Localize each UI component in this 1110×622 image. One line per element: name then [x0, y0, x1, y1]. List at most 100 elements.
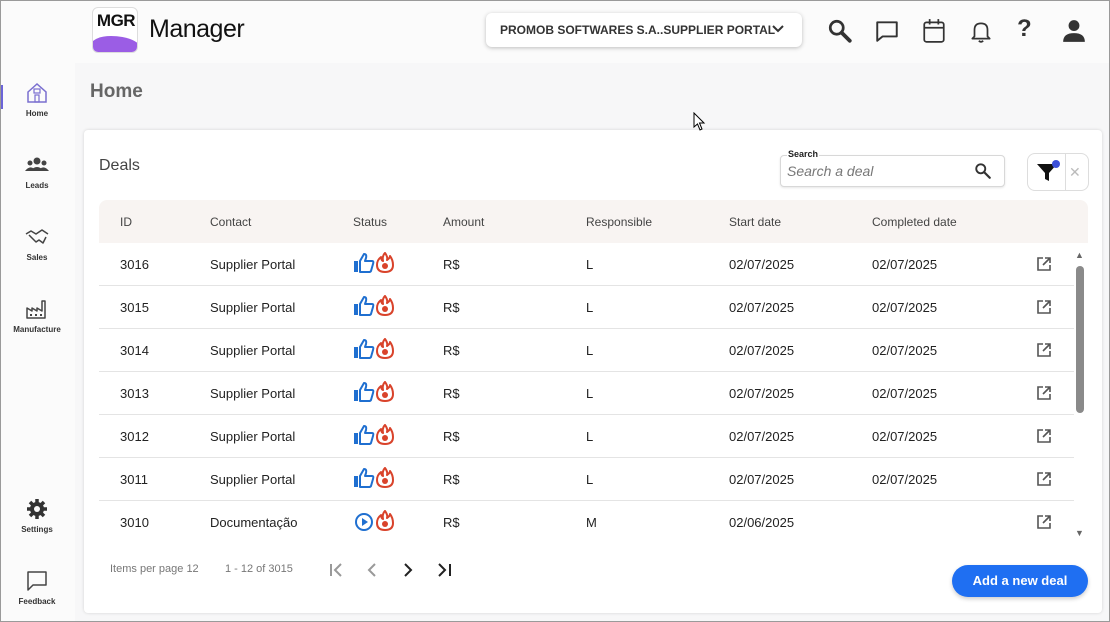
cell-amount: R$	[443, 429, 460, 444]
table-scrollbar[interactable]: ▲ ▼	[1075, 250, 1085, 538]
cell-start-date: 02/07/2025	[729, 343, 795, 358]
sidebar-item-feedback[interactable]: Feedback	[1, 569, 73, 606]
cell-contact: Supplier Portal	[210, 386, 296, 401]
cell-amount: R$	[443, 472, 460, 487]
open-in-new-icon[interactable]	[1037, 257, 1051, 274]
sidebar-item-label: Leads	[25, 181, 49, 190]
table-row[interactable]: 3015 Supplier Portal R$ L 02/07/2025 02/07/20…	[99, 286, 1074, 329]
clear-filter-button[interactable]: ✕	[1069, 164, 1081, 181]
cell-responsible: L	[586, 300, 594, 315]
sidebar-item-label: Settings	[21, 525, 53, 534]
items-per-page-value[interactable]: 12	[186, 563, 198, 575]
thumbs-up-icon	[354, 468, 375, 488]
cell-completed-date: 02/07/2025	[872, 386, 938, 401]
last-page-icon[interactable]	[434, 560, 454, 580]
cell-id: 3011	[120, 472, 148, 487]
cell-id: 3014	[120, 343, 149, 358]
column-header-responsible[interactable]: Responsible	[586, 215, 652, 229]
column-header-completed-date[interactable]: Completed date	[872, 215, 957, 229]
column-header-id[interactable]: ID	[120, 215, 132, 229]
cell-amount: R$	[443, 515, 460, 530]
column-header-status[interactable]: Status	[353, 215, 387, 229]
column-header-amount[interactable]: Amount	[443, 215, 484, 229]
table-row[interactable]: 3010 Documentação R$ M 02/06/2025	[99, 501, 1074, 543]
help-icon[interactable]: ?	[1017, 15, 1043, 42]
cell-start-date: 02/06/2025	[729, 515, 795, 530]
previous-page-icon[interactable]	[362, 560, 382, 580]
sidebar-item-sales[interactable]: Sales	[1, 225, 73, 262]
sidebar-item-label: Home	[25, 109, 49, 118]
table-row[interactable]: 3014 Supplier Portal R$ L 02/07/2025 02/07/20…	[99, 329, 1074, 372]
sidebar-item-manufacture[interactable]: Manufacture	[1, 297, 73, 334]
first-page-icon[interactable]	[327, 560, 347, 580]
cell-start-date: 02/07/2025	[729, 429, 795, 444]
table-row[interactable]: 3012 Supplier Portal R$ L 02/07/2025 02/07/20…	[99, 415, 1074, 458]
calendar-icon[interactable]	[921, 18, 947, 44]
open-in-new-icon[interactable]	[1037, 515, 1051, 532]
scroll-up-arrow[interactable]: ▲	[1075, 250, 1084, 260]
sidebar-item-label: Manufacture	[13, 325, 61, 334]
app-logo[interactable]: MGR	[92, 7, 138, 53]
bell-icon[interactable]	[968, 18, 994, 44]
filter-button[interactable]	[1028, 154, 1066, 190]
search-input[interactable]	[787, 163, 967, 179]
open-in-new-icon[interactable]	[1037, 472, 1051, 489]
table-row[interactable]: 3013 Supplier Portal R$ L 02/07/2025 02/07/20…	[99, 372, 1074, 415]
open-in-new-icon[interactable]	[1037, 300, 1051, 317]
cell-id: 3013	[120, 386, 149, 401]
cell-amount: R$	[443, 386, 460, 401]
status-icons	[353, 338, 397, 362]
cell-completed-date: 02/07/2025	[872, 343, 938, 358]
thumbs-up-icon	[354, 382, 375, 402]
page-title: Home	[90, 81, 143, 102]
status-icons	[353, 467, 397, 491]
items-per-page[interactable]: Items per page 12	[110, 563, 199, 575]
table-header: ID Contact Status Amount Responsible Sta…	[99, 200, 1088, 243]
top-bar: MGR Manager PROMOB SOFTWARES S.A..SUPPLI…	[75, 1, 1109, 63]
fire-icon	[376, 510, 394, 531]
cell-responsible: L	[586, 429, 594, 444]
open-in-new-icon[interactable]	[1037, 386, 1051, 403]
status-icons	[353, 252, 397, 276]
scroll-thumb[interactable]	[1076, 266, 1084, 413]
cell-amount: R$	[443, 257, 460, 272]
user-icon[interactable]	[1061, 18, 1087, 44]
cell-completed-date: 02/07/2025	[872, 300, 938, 315]
cell-responsible: L	[586, 472, 594, 487]
search-icon[interactable]	[827, 18, 853, 44]
status-icons	[353, 510, 397, 534]
table-row[interactable]: 3016 Supplier Portal R$ L 02/07/2025 02/07/20…	[99, 243, 1074, 286]
open-in-new-icon[interactable]	[1037, 343, 1051, 360]
fire-icon	[376, 252, 394, 273]
app-title: Manager	[149, 15, 245, 43]
chat-icon[interactable]	[874, 18, 900, 44]
column-header-contact[interactable]: Contact	[210, 215, 251, 229]
cell-responsible: L	[586, 257, 594, 272]
organization-select[interactable]: PROMOB SOFTWARES S.A..SUPPLIER PORTAL	[486, 13, 802, 47]
deals-card: Deals Search ✕ ID Contact Status Amount …	[84, 130, 1102, 613]
table-row[interactable]: 3011 Supplier Portal R$ L 02/07/2025 02/07/20…	[99, 458, 1074, 501]
filter-active-dot	[1052, 160, 1060, 168]
column-header-start-date[interactable]: Start date	[729, 215, 781, 229]
status-icons	[353, 381, 397, 405]
cell-responsible: L	[586, 386, 594, 401]
factory-icon	[26, 300, 46, 319]
search-field[interactable]: Search	[780, 149, 1005, 187]
deals-table-body: 3016 Supplier Portal R$ L 02/07/2025 02/07/20…	[99, 243, 1074, 543]
thumbs-up-icon	[354, 425, 375, 445]
sidebar-item-leads[interactable]: Leads	[1, 153, 73, 190]
logo-text: MGR	[96, 11, 136, 30]
sidebar-item-home[interactable]: Home	[1, 81, 73, 118]
chevron-down-icon	[772, 25, 784, 33]
next-page-icon[interactable]	[398, 560, 418, 580]
cell-completed-date: 02/07/2025	[872, 429, 938, 444]
sidebar-item-settings[interactable]: Settings	[1, 497, 73, 534]
open-in-new-icon[interactable]	[1037, 429, 1051, 446]
mouse-cursor-icon	[693, 112, 706, 131]
scroll-down-arrow[interactable]: ▼	[1075, 528, 1084, 538]
search-icon[interactable]	[974, 162, 992, 180]
handshake-icon	[25, 229, 49, 244]
add-deal-button[interactable]: Add a new deal	[952, 565, 1088, 597]
sidebar-item-label: Feedback	[18, 597, 56, 606]
sidebar: Home Leads Sales Manufacture Settings Fe…	[1, 1, 75, 621]
